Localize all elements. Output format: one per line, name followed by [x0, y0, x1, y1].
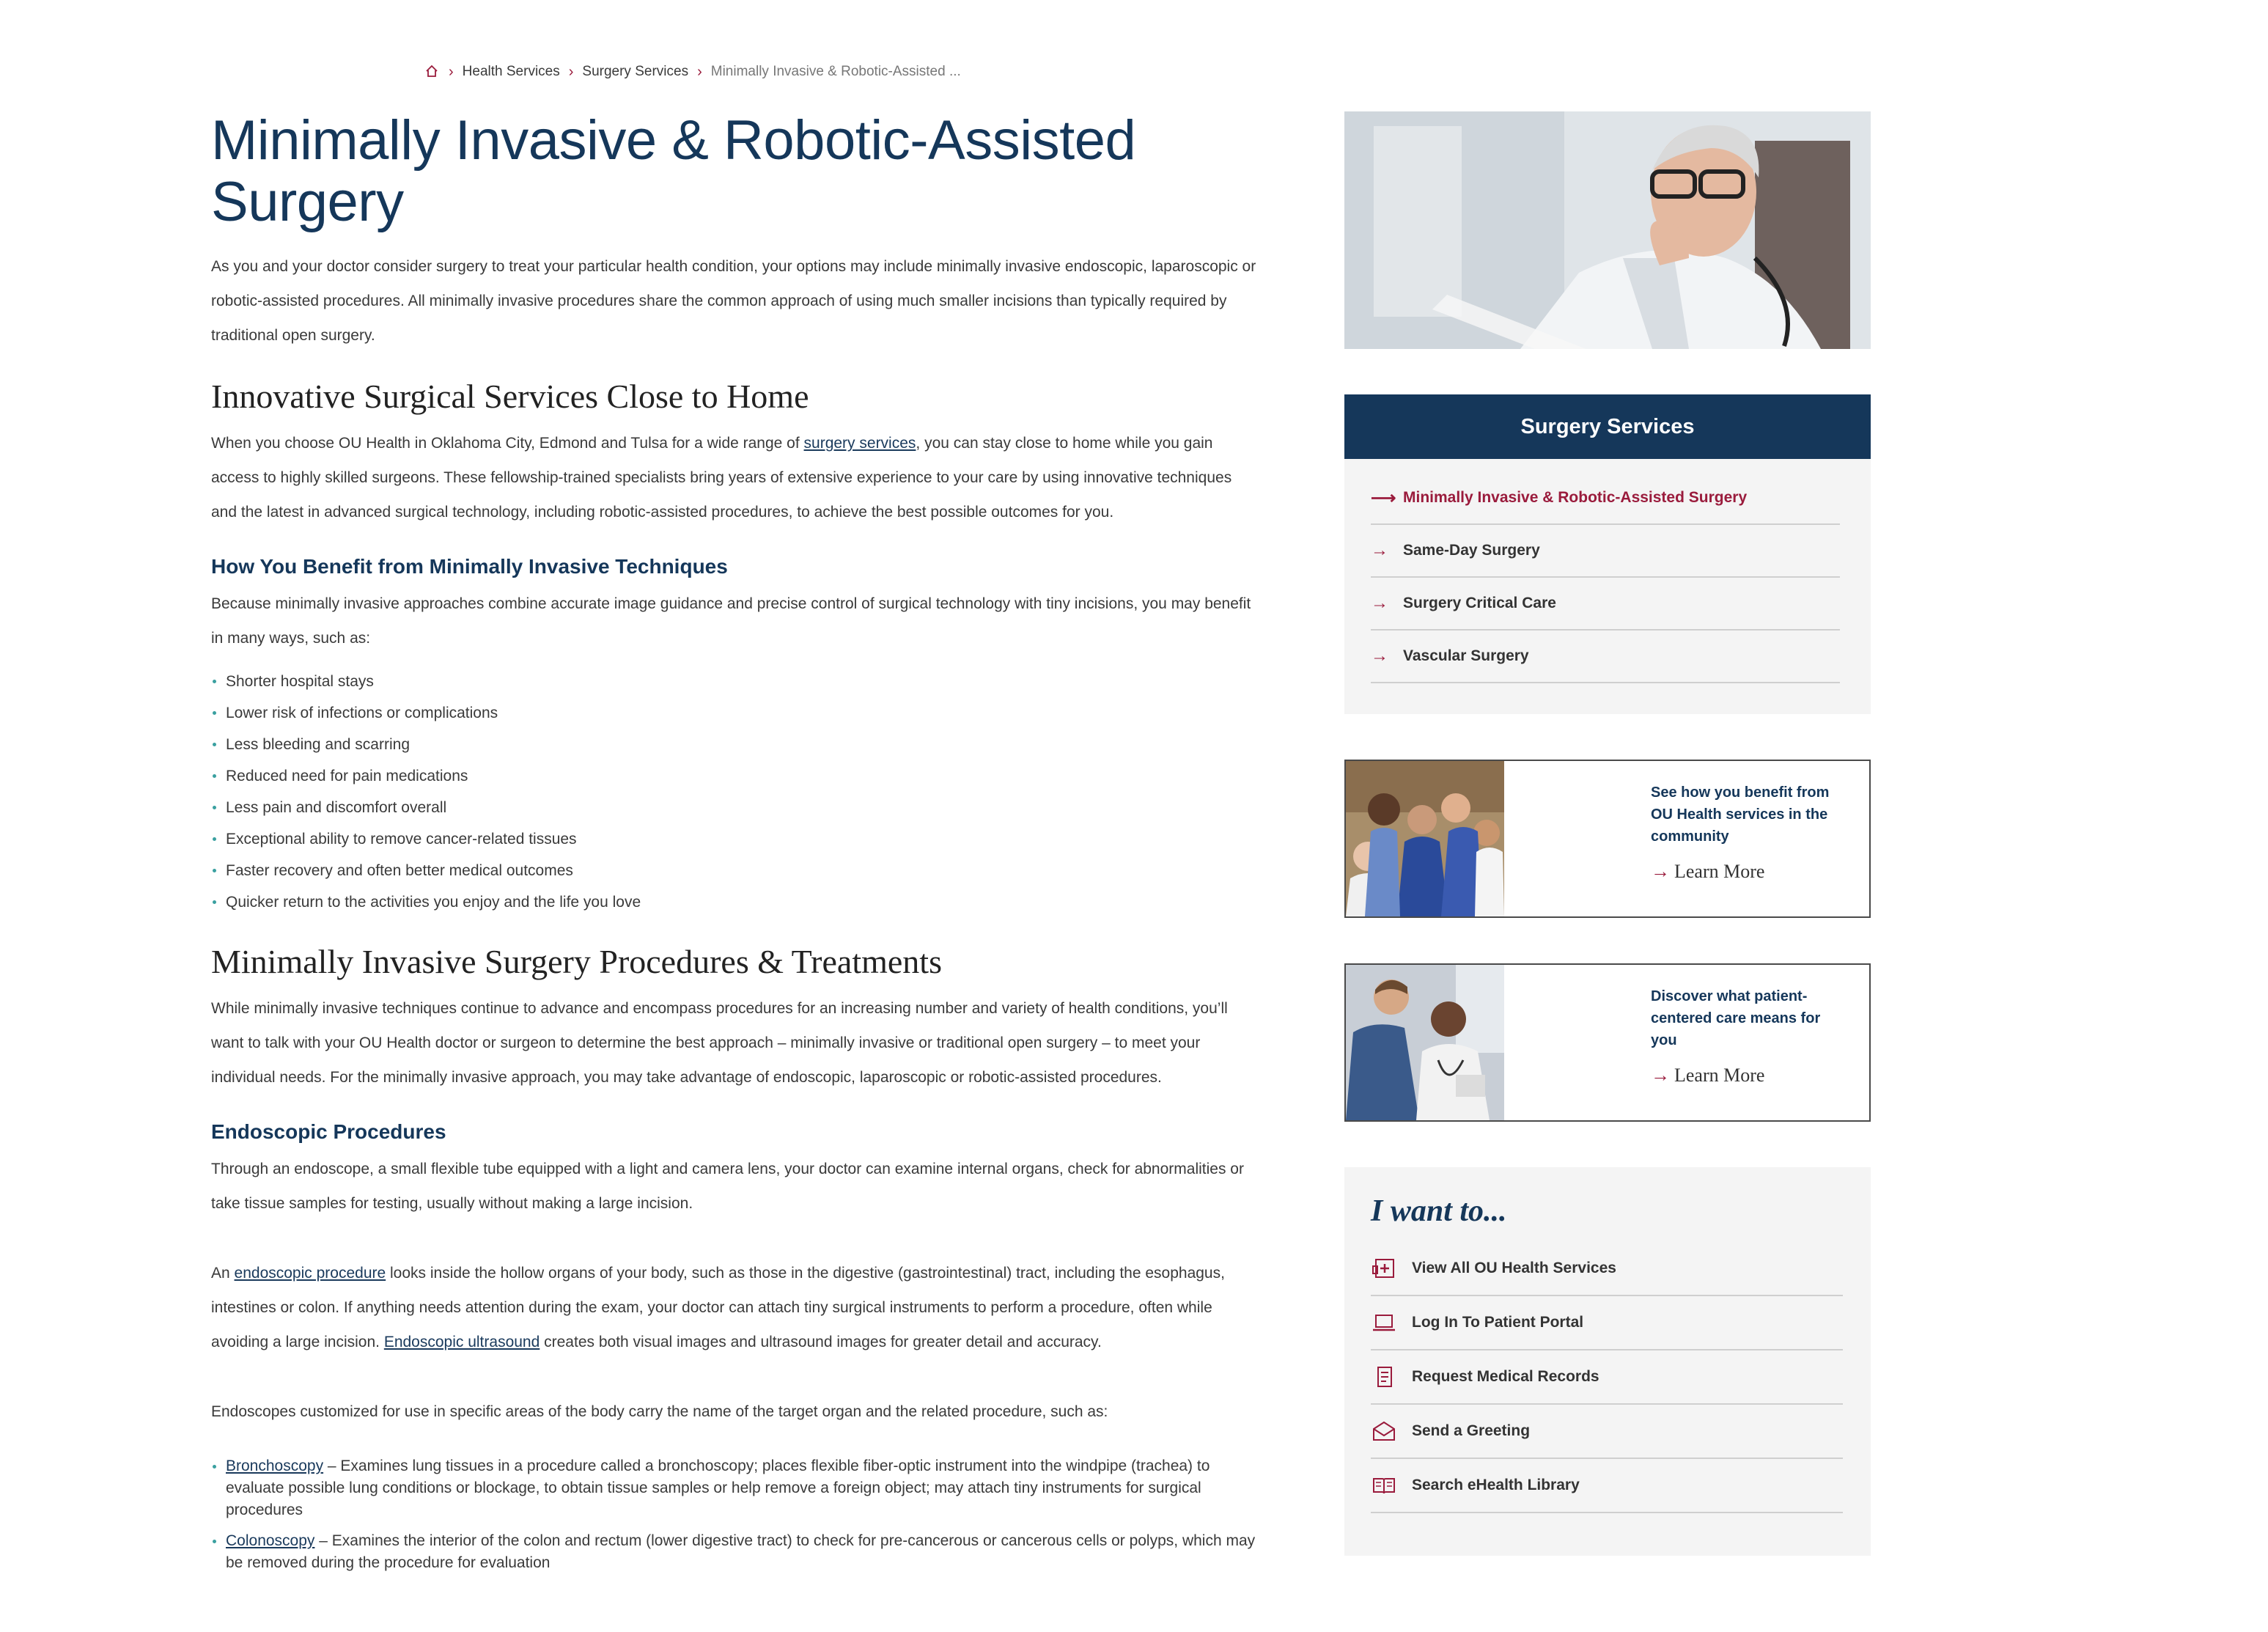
sidebar-item-label: Minimally Invasive & Robotic-Assisted Su…	[1403, 489, 1748, 506]
section-heading-procedures: Minimally Invasive Surgery Procedures & …	[211, 943, 942, 980]
endoscopic-paragraph-2: An endoscopic procedure looks inside the…	[211, 1256, 1259, 1359]
breadcrumb: › Health Services › Surgery Services › M…	[425, 63, 961, 81]
promo-text: See how you benefit from OU Health servi…	[1504, 761, 1869, 916]
learn-more-label: Learn More	[1674, 1065, 1765, 1086]
learn-more-link[interactable]: → Learn More	[1651, 1065, 1844, 1087]
arrow-right-icon: →	[1371, 646, 1388, 666]
list-item: Colonoscopy – Examines the interior of t…	[211, 1530, 1259, 1574]
i-want-item-label: Send a Greeting	[1412, 1422, 1531, 1439]
list-item: Bronchoscopy – Examines lung tissues in …	[211, 1455, 1259, 1521]
definition-text: – Examines the interior of the colon and…	[226, 1532, 1256, 1571]
laptop-icon	[1371, 1311, 1397, 1334]
i-want-item-label: Log In To Patient Portal	[1412, 1314, 1584, 1331]
arrow-right-icon: →	[1651, 861, 1670, 882]
list-item: Quicker return to the activities you enj…	[211, 886, 1259, 918]
procedures-paragraph: While minimally invasive techniques cont…	[211, 1000, 1228, 1086]
paragraph-text: When you choose OU Health in Oklahoma Ci…	[211, 435, 804, 452]
list-item: Faster recovery and often better medical…	[211, 855, 1259, 886]
endoscopic-ultrasound-link[interactable]: Endoscopic ultrasound	[384, 1334, 540, 1350]
breadcrumb-separator: ›	[697, 63, 702, 80]
section-heading-endoscopic: Endoscopic Procedures	[211, 1120, 446, 1143]
learn-more-label: Learn More	[1674, 861, 1765, 882]
i-want-to-panel: I want to... View All OU Health Services…	[1344, 1167, 1871, 1556]
surgery-services-panel: Surgery Services ⟶ Minimally Invasive & …	[1344, 394, 1871, 714]
long-arrow-right-icon: ⟶	[1371, 488, 1396, 508]
promo-title: See how you benefit from OU Health servi…	[1651, 784, 1830, 845]
i-want-to-title: I want to...	[1371, 1194, 1507, 1228]
section-heading-innovative: Innovative Surgical Services Close to Ho…	[211, 378, 809, 415]
section-heading-benefits: How You Benefit from Minimally Invasive …	[211, 555, 728, 578]
view-all-services-link[interactable]: View All OU Health Services	[1371, 1242, 1843, 1296]
sidebar-item-label: Same-Day Surgery	[1403, 542, 1540, 559]
surgery-services-title: Surgery Services	[1344, 394, 1871, 459]
colonoscopy-link[interactable]: Colonoscopy	[226, 1532, 314, 1549]
records-icon	[1371, 1365, 1397, 1389]
promo-text: Discover what patient-centered care mean…	[1504, 965, 1869, 1120]
patient-portal-link[interactable]: Log In To Patient Portal	[1371, 1296, 1843, 1350]
promo-card-patient-care[interactable]: Discover what patient-centered care mean…	[1344, 963, 1871, 1122]
learn-more-link[interactable]: → Learn More	[1651, 861, 1844, 883]
healthcare-team-photo	[1346, 761, 1504, 916]
breadcrumb-separator: ›	[568, 63, 574, 80]
list-item: Reduced need for pain medications	[211, 760, 1259, 792]
promo-title: Discover what patient-centered care mean…	[1651, 988, 1821, 1048]
book-icon	[1371, 1474, 1397, 1497]
paragraph-text: An	[211, 1265, 235, 1282]
endoscope-types-list: Bronchoscopy – Examines lung tissues in …	[211, 1455, 1259, 1574]
hospital-icon	[1371, 1257, 1397, 1280]
sidebar-item-surgery-critical-care[interactable]: → Surgery Critical Care	[1371, 578, 1840, 631]
arrow-right-icon: →	[1371, 540, 1388, 560]
sidebar-item-same-day-surgery[interactable]: → Same-Day Surgery	[1371, 525, 1840, 578]
promo-card-community[interactable]: See how you benefit from OU Health servi…	[1344, 760, 1871, 918]
arrow-right-icon: →	[1371, 593, 1388, 613]
main-content: Minimally Invasive & Robotic-Assisted Su…	[211, 110, 1259, 1583]
envelope-icon	[1371, 1419, 1397, 1443]
sidebar: Surgery Services ⟶ Minimally Invasive & …	[1344, 111, 1871, 1556]
sidebar-item-vascular-surgery[interactable]: → Vascular Surgery	[1371, 631, 1840, 683]
i-want-item-label: Request Medical Records	[1412, 1368, 1599, 1385]
doctor-hero-image	[1344, 111, 1871, 349]
paragraph-text: creates both visual images and ultrasoun…	[540, 1334, 1102, 1350]
surgery-services-list: ⟶ Minimally Invasive & Robotic-Assisted …	[1344, 459, 1871, 714]
list-item: Lower risk of infections or complication…	[211, 697, 1259, 729]
breadcrumb-surgery-services[interactable]: Surgery Services	[582, 64, 688, 80]
sidebar-item-label: Surgery Critical Care	[1403, 595, 1556, 611]
ehealth-library-link[interactable]: Search eHealth Library	[1371, 1459, 1843, 1513]
page-title: Minimally Invasive & Robotic-Assisted Su…	[211, 109, 1136, 233]
endoscopic-paragraph-3: Endoscopes customized for use in specifi…	[211, 1403, 1108, 1420]
benefits-list: Shorter hospital stays Lower risk of inf…	[211, 666, 1259, 918]
home-icon[interactable]	[425, 65, 440, 79]
request-records-link[interactable]: Request Medical Records	[1371, 1350, 1843, 1405]
list-item: Less pain and discomfort overall	[211, 792, 1259, 823]
list-item: Shorter hospital stays	[211, 666, 1259, 697]
bronchoscopy-link[interactable]: Bronchoscopy	[226, 1458, 323, 1474]
arrow-right-icon: →	[1651, 1065, 1670, 1086]
doctor-patient-photo	[1346, 965, 1504, 1120]
sidebar-item-label: Vascular Surgery	[1403, 647, 1529, 664]
list-item: Exceptional ability to remove cancer-rel…	[211, 823, 1259, 855]
breadcrumb-separator: ›	[449, 63, 454, 80]
definition-text: – Examines lung tissues in a procedure c…	[226, 1458, 1210, 1518]
i-want-item-label: Search eHealth Library	[1412, 1477, 1580, 1493]
surgery-services-link[interactable]: surgery services	[804, 435, 916, 452]
endoscopic-paragraph-1: Through an endoscope, a small flexible t…	[211, 1161, 1244, 1212]
breadcrumb-health-services[interactable]: Health Services	[463, 64, 560, 80]
intro-paragraph: As you and your doctor consider surgery …	[211, 258, 1256, 344]
i-want-item-label: View All OU Health Services	[1412, 1260, 1616, 1276]
list-item: Less bleeding and scarring	[211, 729, 1259, 760]
send-greeting-link[interactable]: Send a Greeting	[1371, 1405, 1843, 1459]
endoscopic-procedure-link[interactable]: endoscopic procedure	[235, 1265, 386, 1282]
breadcrumb-current: Minimally Invasive & Robotic-Assisted ..…	[710, 64, 961, 79]
innovative-paragraph: When you choose OU Health in Oklahoma Ci…	[211, 426, 1259, 529]
sidebar-item-minimally-invasive[interactable]: ⟶ Minimally Invasive & Robotic-Assisted …	[1371, 472, 1840, 525]
benefits-paragraph: Because minimally invasive approaches co…	[211, 595, 1251, 647]
